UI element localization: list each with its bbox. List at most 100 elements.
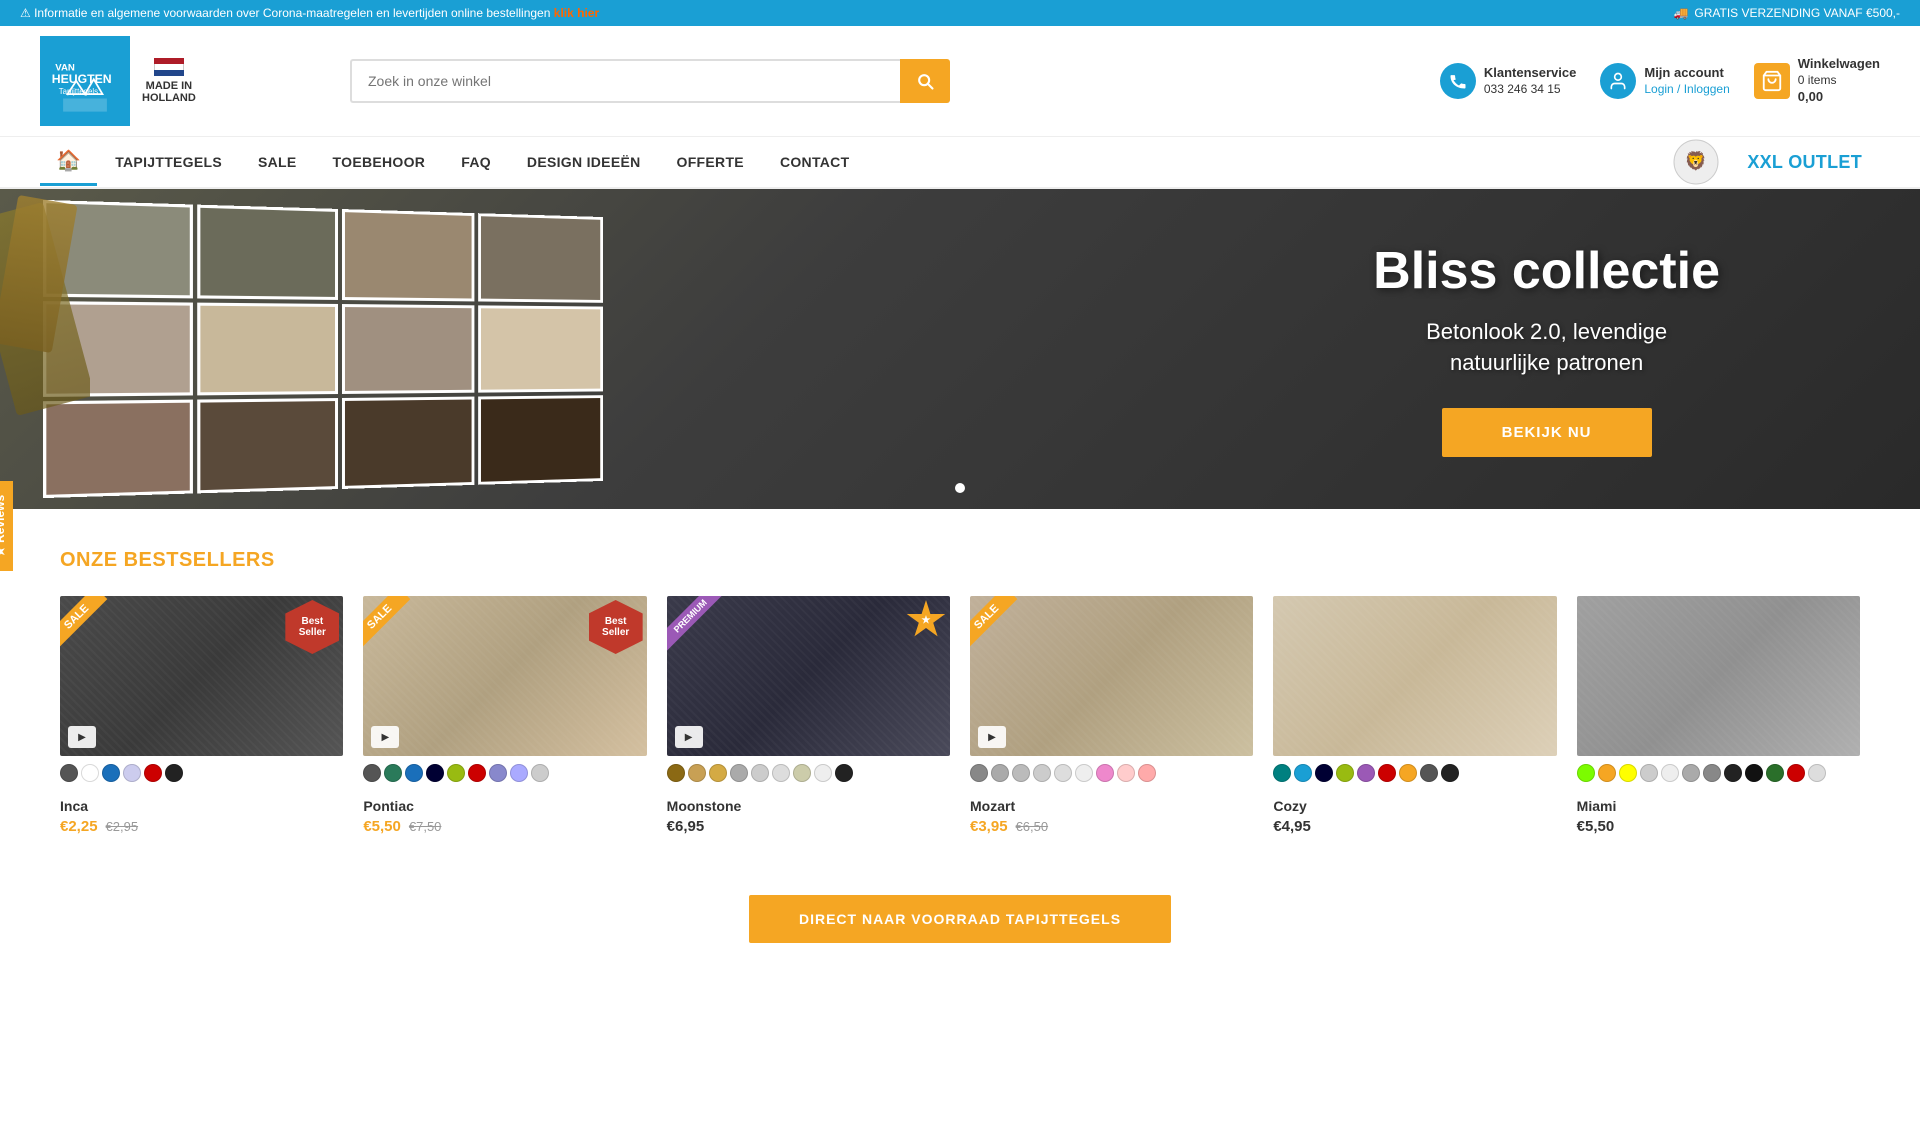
hero-dot-1[interactable] [955,483,965,493]
color-swatch[interactable] [1682,764,1700,782]
nav-outlet[interactable]: XXL OUTLET [1729,138,1880,187]
color-swatch[interactable] [1420,764,1438,782]
hero-cta-button[interactable]: BEKIJK NU [1442,408,1652,457]
color-swatch[interactable] [144,764,162,782]
color-swatch[interactable] [60,764,78,782]
color-swatch[interactable] [102,764,120,782]
search-button[interactable] [900,59,950,103]
badge-premium [667,596,737,666]
cart-area[interactable]: Winkelwagen 0 items 0,00 [1754,56,1880,105]
color-swatch[interactable] [814,764,832,782]
video-icon[interactable] [68,726,96,748]
color-swatch[interactable] [772,764,790,782]
nav-home[interactable]: 🏠 [40,138,97,186]
color-swatch[interactable] [1441,764,1459,782]
color-swatch[interactable] [363,764,381,782]
product-card-cozy[interactable]: Cozy €4,95 [1273,596,1556,835]
product-card-mozart[interactable]: Mozart €3,95 €6,50 [970,596,1253,835]
color-swatch[interactable] [1138,764,1156,782]
product-image [1577,596,1860,756]
cta-button[interactable]: DIRECT NAAR VOORRAAD TAPIJTTEGELS [749,895,1171,943]
color-swatch[interactable] [531,764,549,782]
color-swatch[interactable] [1378,764,1396,782]
nav-toebehoor[interactable]: TOEBEHOOR [315,140,444,184]
color-swatch[interactable] [405,764,423,782]
nav-faq[interactable]: FAQ [443,140,509,184]
color-swatch[interactable] [510,764,528,782]
color-swatch[interactable] [688,764,706,782]
nav-offerte[interactable]: OFFERTE [659,140,762,184]
svg-text:HEUGTEN: HEUGTEN [52,72,112,86]
announcement-link[interactable]: klik hier [554,6,599,20]
hero-title: Bliss collectie [1373,241,1720,301]
logo-area: VAN HEUGTEN Tapijttegels MADE IN HOLLAND [40,36,320,126]
color-swatches [363,764,646,792]
made-in-holland: MADE IN HOLLAND [142,58,196,104]
login-link[interactable]: Login / Inloggen [1644,82,1729,96]
color-swatch[interactable] [667,764,685,782]
logo[interactable]: VAN HEUGTEN Tapijttegels [40,36,130,126]
color-swatch[interactable] [1619,764,1637,782]
nav-tapijttegels[interactable]: TAPIJTTEGELS [97,140,240,184]
product-card-pontiac[interactable]: BestSeller Pontiac €5,50 €7,50 [363,596,646,835]
nav-contact[interactable]: CONTACT [762,140,868,184]
color-swatch[interactable] [1808,764,1826,782]
account-area[interactable]: Mijn account Login / Inloggen [1600,63,1729,99]
color-swatch[interactable] [1054,764,1072,782]
color-swatch[interactable] [468,764,486,782]
color-swatch[interactable] [384,764,402,782]
klantenservice[interactable]: Klantenservice 033 246 34 15 [1440,63,1577,99]
color-swatch[interactable] [1096,764,1114,782]
price-regular: €6,95 [667,818,705,835]
product-card-inca[interactable]: BestSeller Inca €2,25 €2,95 [60,596,343,835]
color-swatch[interactable] [1357,764,1375,782]
color-swatch[interactable] [1787,764,1805,782]
color-swatch[interactable] [1294,764,1312,782]
phone-icon-circle [1440,63,1476,99]
color-swatch[interactable] [165,764,183,782]
color-swatch[interactable] [1577,764,1595,782]
color-swatch[interactable] [81,764,99,782]
color-swatch[interactable] [991,764,1009,782]
color-swatch[interactable] [1745,764,1763,782]
color-swatch[interactable] [709,764,727,782]
color-swatch[interactable] [1075,764,1093,782]
product-price: €6,95 [667,818,950,835]
color-swatch[interactable] [1661,764,1679,782]
color-swatch[interactable] [1336,764,1354,782]
color-swatch[interactable] [1598,764,1616,782]
color-swatch[interactable] [1012,764,1030,782]
nav-sale[interactable]: SALE [240,140,315,184]
video-icon[interactable] [371,726,399,748]
product-card-moonstone[interactable]: ★ Moonstone €6,95 [667,596,950,835]
color-swatch[interactable] [730,764,748,782]
color-swatch[interactable] [1766,764,1784,782]
search-input[interactable] [350,59,900,103]
color-swatch[interactable] [835,764,853,782]
product-image [1273,596,1556,756]
color-swatch[interactable] [1033,764,1051,782]
color-swatch[interactable] [1399,764,1417,782]
price-regular: €4,95 [1273,818,1311,835]
color-swatch[interactable] [970,764,988,782]
color-swatch[interactable] [1724,764,1742,782]
color-swatch[interactable] [426,764,444,782]
color-swatch[interactable] [751,764,769,782]
color-swatch[interactable] [1273,764,1291,782]
reviews-sidebar[interactable]: ★ Reviews [0,480,13,570]
video-icon[interactable] [978,726,1006,748]
color-swatch[interactable] [1703,764,1721,782]
color-swatch[interactable] [1117,764,1135,782]
color-swatch[interactable] [123,764,141,782]
color-swatch[interactable] [1315,764,1333,782]
color-swatch[interactable] [489,764,507,782]
color-swatch[interactable] [447,764,465,782]
hero-dots [955,483,965,493]
hero-subtitle: Betonlook 2.0, levendige natuurlijke pat… [1373,317,1720,379]
color-swatch[interactable] [793,764,811,782]
color-swatch[interactable] [1640,764,1658,782]
product-card-miami[interactable]: Miami €5,50 [1577,596,1860,835]
video-icon[interactable] [675,726,703,748]
carpet-sample-8 [478,305,603,393]
nav-design-ideeen[interactable]: DESIGN IDEEËN [509,140,659,184]
